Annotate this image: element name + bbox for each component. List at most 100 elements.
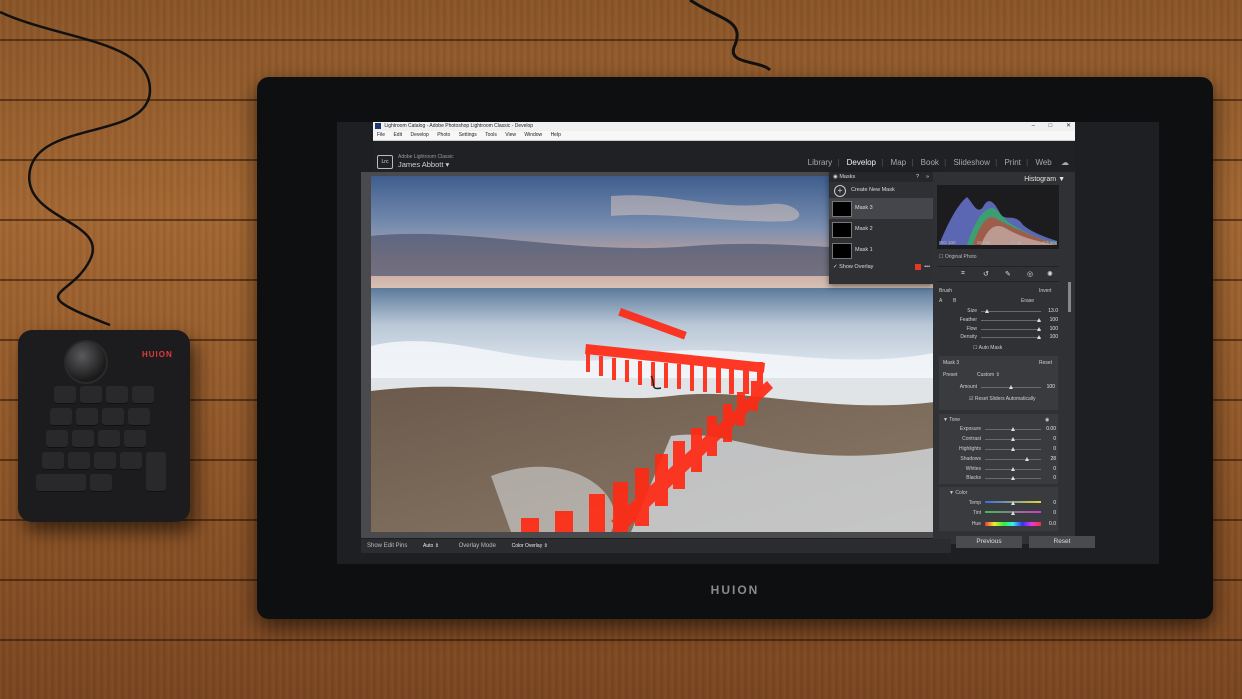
blacks-knob[interactable] (1011, 476, 1015, 480)
density-value[interactable]: 100 (1044, 334, 1058, 340)
mask-item[interactable]: Mask 2 (829, 219, 933, 240)
keypad-key[interactable] (120, 452, 142, 470)
keypad-key[interactable] (90, 474, 112, 492)
brush-icon[interactable]: ✎ (1005, 270, 1011, 278)
size-slider[interactable] (981, 311, 1041, 312)
create-new-mask-button[interactable]: + Create New Mask (829, 182, 933, 198)
contrast-value[interactable]: 0 (1042, 436, 1056, 442)
density-slider[interactable] (981, 337, 1041, 338)
temp-knob[interactable] (1011, 501, 1015, 505)
mask-reset-button[interactable]: Reset (1039, 360, 1052, 366)
keypad-key[interactable] (76, 408, 98, 426)
heal-icon[interactable]: ↺ (983, 270, 989, 278)
auto-mask-checkbox[interactable]: ☐ Auto Mask (973, 345, 1002, 351)
keypad-key[interactable] (124, 430, 146, 448)
menu-view[interactable]: View (505, 132, 516, 138)
mask-item[interactable]: Mask 1 (829, 240, 933, 261)
tone-visibility-icon[interactable]: ◉ (1045, 417, 1049, 423)
menu-help[interactable]: Help (551, 132, 561, 138)
keypad-key[interactable] (106, 386, 128, 404)
whites-knob[interactable] (1011, 467, 1015, 471)
keypad-key[interactable] (72, 430, 94, 448)
module-web[interactable]: Web (1035, 158, 1051, 167)
brush-b-tab[interactable]: B (953, 298, 956, 304)
size-value[interactable]: 13.0 (1044, 308, 1058, 314)
shadows-knob[interactable] (1025, 457, 1029, 461)
feather-slider[interactable] (981, 320, 1041, 321)
amount-slider-knob[interactable] (1009, 385, 1013, 389)
hue-slider[interactable] (985, 522, 1041, 526)
menu-photo[interactable]: Photo (437, 132, 450, 138)
show-overlay-toggle[interactable]: ✓ Show Overlay ••• (829, 261, 933, 273)
reset-button[interactable]: Reset (1029, 536, 1095, 548)
keypad-key[interactable] (132, 386, 154, 404)
shadows-slider[interactable] (985, 459, 1041, 460)
maximize-icon[interactable]: □ (1049, 123, 1053, 129)
menu-develop[interactable]: Develop (410, 132, 428, 138)
previous-button[interactable]: Previous (956, 536, 1022, 548)
keypad-key[interactable] (54, 386, 76, 404)
reset-sliders-checkbox[interactable]: ☑ Reset Sliders Automatically (969, 396, 1035, 402)
contrast-knob[interactable] (1011, 437, 1015, 441)
blacks-value[interactable]: 0 (1042, 475, 1056, 481)
collapse-icon[interactable]: » (926, 172, 929, 182)
flow-slider-knob[interactable] (1037, 327, 1041, 331)
overlay-color-swatch[interactable] (915, 264, 921, 270)
masking-icon[interactable]: ✺ (1047, 270, 1053, 278)
help-icon[interactable]: ? (916, 172, 919, 182)
temp-value[interactable]: 0 (1042, 500, 1056, 506)
keypad-key[interactable] (98, 430, 120, 448)
module-develop[interactable]: Develop (847, 158, 876, 167)
tone-header[interactable]: ▼ Tone (943, 417, 960, 423)
more-icon[interactable]: ••• (924, 261, 930, 273)
keypad-key[interactable] (102, 408, 124, 426)
density-slider-knob[interactable] (1037, 335, 1041, 339)
feather-slider-knob[interactable] (1037, 318, 1041, 322)
menu-edit[interactable]: Edit (393, 132, 402, 138)
keypad-key[interactable] (80, 386, 102, 404)
preset-select[interactable]: Custom ⇕ (977, 372, 1000, 378)
module-slideshow[interactable]: Slideshow (953, 158, 989, 167)
brush-a-tab[interactable]: A (939, 298, 942, 304)
keypad-key-wide[interactable] (36, 474, 86, 492)
module-print[interactable]: Print (1004, 158, 1020, 167)
whites-value[interactable]: 0 (1042, 466, 1056, 472)
user-name[interactable]: James Abbott ▾ (398, 160, 449, 169)
highlights-value[interactable]: 0 (1042, 446, 1056, 452)
huion-keydial[interactable]: HUION (18, 330, 190, 522)
keypad-key[interactable] (128, 408, 150, 426)
keypad-key[interactable] (46, 430, 68, 448)
hue-value[interactable]: 0.0 (1042, 521, 1056, 527)
cloud-icon[interactable]: ☁ (1061, 158, 1069, 167)
color-header[interactable]: ▼ Color (949, 490, 967, 496)
menu-window[interactable]: Window (524, 132, 542, 138)
feather-value[interactable]: 100 (1044, 317, 1058, 323)
original-photo-toggle[interactable]: ☐ Original Photo (939, 254, 977, 260)
close-icon[interactable]: ✕ (1066, 123, 1071, 129)
keypad-key[interactable] (42, 452, 64, 470)
mask-item[interactable]: Mask 3 (829, 198, 933, 219)
panel-scrollbar[interactable] (1068, 282, 1071, 312)
redeye-icon[interactable]: ◎ (1027, 270, 1033, 278)
invert-checkbox[interactable]: Invert (1039, 288, 1052, 294)
tint-knob[interactable] (1011, 511, 1015, 515)
eye-icon[interactable]: ◉ (833, 174, 838, 180)
rotary-dial[interactable] (64, 340, 108, 384)
keypad-key[interactable] (68, 452, 90, 470)
exposure-value[interactable]: 0.00 (1042, 426, 1056, 432)
menu-file[interactable]: File (377, 132, 385, 138)
crop-icon[interactable]: ⌗ (961, 270, 965, 278)
highlights-knob[interactable] (1011, 447, 1015, 451)
module-library[interactable]: Library (808, 158, 832, 167)
amount-value[interactable]: 100 (1041, 384, 1055, 390)
minimize-icon[interactable]: – (1032, 123, 1035, 129)
keypad-key[interactable] (94, 452, 116, 470)
overlay-mode-select[interactable]: Color Overlay ⇕ (506, 543, 548, 549)
flow-value[interactable]: 100 (1044, 326, 1058, 332)
module-book[interactable]: Book (921, 158, 939, 167)
tint-value[interactable]: 0 (1042, 510, 1056, 516)
menu-tools[interactable]: Tools (485, 132, 497, 138)
keypad-key-tall[interactable] (146, 452, 166, 492)
flow-slider[interactable] (981, 329, 1041, 330)
menu-settings[interactable]: Settings (459, 132, 477, 138)
